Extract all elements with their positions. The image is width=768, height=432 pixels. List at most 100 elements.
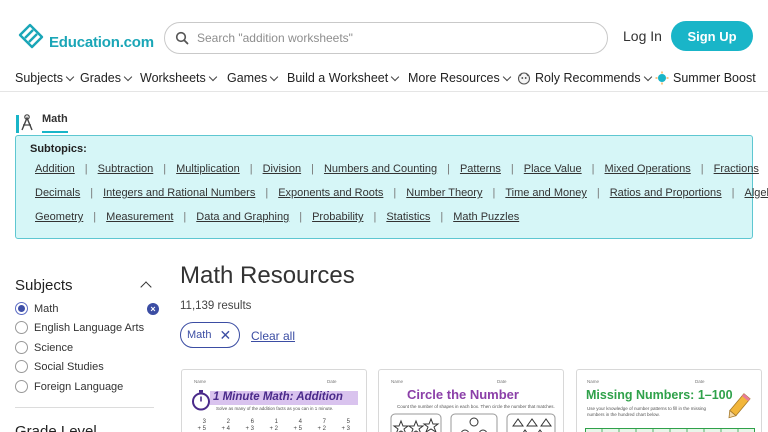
svg-text:2: 2 [227, 419, 231, 425]
subject-option-label: English Language Arts [34, 321, 145, 334]
resource-card[interactable]: Name Date Circle the Number Count the nu… [378, 369, 564, 432]
svg-text:4: 4 [299, 419, 303, 425]
subtopic-link[interactable]: Time and Money [505, 187, 587, 199]
math-subject-icon [16, 114, 33, 133]
subject-option-foreign-language[interactable]: Foreign Language [15, 380, 123, 393]
subtopic-link[interactable]: Statistics [386, 211, 430, 223]
results-count: 11,139 results [180, 300, 252, 312]
separator: | [311, 163, 314, 175]
subtopic-link[interactable]: Probability [312, 211, 363, 223]
subtopic-link[interactable]: Data and Graphing [196, 211, 289, 223]
card-title: Circle the Number [407, 387, 519, 402]
subtopic-link[interactable]: Division [263, 163, 302, 175]
nav-label: Games [227, 71, 268, 85]
card-subtitle: Count the number of shapes in each box. … [397, 404, 555, 409]
svg-text:+ 2: + 2 [269, 426, 278, 432]
search-input[interactable] [197, 31, 577, 45]
radio-button[interactable] [15, 360, 28, 373]
svg-text:+ 5: + 5 [293, 426, 302, 432]
svg-text:+ 2: + 2 [317, 426, 326, 432]
page-title: Math Resources [180, 262, 355, 289]
site-logo[interactable]: Education.com [16, 20, 154, 51]
nav-summer-boost[interactable]: Summer Boost [655, 71, 756, 85]
clear-filter-icon[interactable]: × [147, 303, 159, 315]
subtopic-link[interactable]: Math Puzzles [453, 211, 519, 223]
active-filter-chip[interactable]: Math ✕ [180, 322, 240, 348]
hundred-chart-preview [585, 428, 755, 432]
pencil-icon [728, 393, 751, 419]
radio-button[interactable] [15, 380, 28, 393]
svg-text:+ 4: + 4 [221, 426, 230, 432]
subtopics-row: Addition | Subtraction | Multiplication | Divi… [35, 163, 759, 175]
nav-more-resources[interactable]: More Resources [408, 71, 511, 85]
nav-label: Roly Recommends [535, 71, 641, 85]
separator: | [492, 187, 496, 199]
svg-text:7: 7 [323, 419, 327, 425]
nav-worksheets[interactable]: Worksheets [140, 71, 218, 85]
subtopic-link[interactable]: Measurement [106, 211, 173, 223]
resource-card[interactable]: Name Date Missing Numbers: 1–100 Use you… [576, 369, 762, 432]
nav-grades[interactable]: Grades [80, 71, 133, 85]
chevron-up-icon[interactable] [140, 281, 152, 293]
nav-subjects[interactable]: Subjects [15, 71, 75, 85]
grade-filter-title: Grade Level [15, 423, 97, 432]
subtopic-link[interactable]: Addition [35, 163, 75, 175]
subtopics-row: Decimals | Integers and Rational Numbers | E… [35, 187, 768, 199]
chip-label: Math [187, 329, 212, 341]
subtopic-link[interactable]: Geometry [35, 211, 83, 223]
resource-card[interactable]: Name Date 1 Minute Math: Addition Solve … [181, 369, 367, 432]
search-bar[interactable] [164, 22, 608, 54]
roly-mascot-icon [517, 72, 531, 85]
separator: | [265, 187, 269, 199]
radio-button[interactable] [15, 302, 28, 315]
card-subtitle: Use your knowledge of number patterns to… [587, 406, 707, 417]
separator: | [731, 187, 735, 199]
nav-label: Subjects [15, 71, 63, 85]
subtopic-link[interactable]: Integers and Rational Numbers [103, 187, 255, 199]
subtopic-link[interactable]: Decimals [35, 187, 80, 199]
subtopic-link[interactable]: Place Value [524, 163, 582, 175]
separator: | [596, 187, 600, 199]
stopwatch-icon [192, 390, 210, 411]
chevron-down-icon [502, 72, 511, 81]
subtopic-link[interactable]: Ratios and Proportions [610, 187, 722, 199]
subtopic-link[interactable]: Exponents and Roots [278, 187, 383, 199]
svg-text:+ 3: + 3 [245, 426, 254, 432]
nav-games[interactable]: Games [227, 71, 279, 85]
subject-option-social-studies[interactable]: Social Studies [15, 360, 104, 373]
nav-roly-recommends[interactable]: Roly Recommends [517, 71, 652, 85]
chevron-down-icon [208, 72, 218, 81]
subject-option-ela[interactable]: English Language Arts [15, 321, 144, 334]
subtopic-link[interactable]: Patterns [460, 163, 501, 175]
subtopic-link[interactable]: Fractions [714, 163, 759, 175]
tab-math-label: Math [42, 113, 68, 133]
svg-text:5: 5 [347, 419, 351, 425]
subtopic-link[interactable]: Subtraction [98, 163, 154, 175]
clear-all-link[interactable]: Clear all [251, 329, 295, 343]
subject-option-math[interactable]: Math [15, 302, 58, 315]
separator: | [90, 187, 94, 199]
separator: | [93, 211, 97, 223]
subtopic-link[interactable]: Numbers and Counting [324, 163, 437, 175]
separator: | [183, 211, 187, 223]
login-link[interactable]: Log In [623, 28, 662, 44]
separator: | [299, 211, 303, 223]
subtopic-link[interactable]: Algebra [744, 187, 768, 199]
tab-math[interactable]: Math [14, 112, 68, 134]
subject-option-science[interactable]: Science [15, 341, 73, 354]
subject-option-label: Foreign Language [34, 380, 124, 393]
radio-button[interactable] [15, 321, 28, 334]
card-date-label: Date [327, 379, 337, 384]
separator: | [163, 163, 167, 175]
separator: | [440, 211, 444, 223]
card-problems-preview: 3+ 5 2+ 4 6+ 3 1+ 2 4+ 5 7+ 2 5+ 3 [197, 419, 351, 432]
subtopic-link[interactable]: Multiplication [176, 163, 240, 175]
radio-button[interactable] [15, 341, 28, 354]
subtopic-link[interactable]: Number Theory [406, 187, 482, 199]
logo-text: Education.com [49, 34, 154, 51]
subtopic-link[interactable]: Mixed Operations [605, 163, 691, 175]
separator: | [700, 163, 704, 175]
close-icon[interactable]: ✕ [219, 327, 231, 344]
signup-button[interactable]: Sign Up [671, 21, 753, 51]
nav-build-worksheet[interactable]: Build a Worksheet [287, 71, 400, 85]
